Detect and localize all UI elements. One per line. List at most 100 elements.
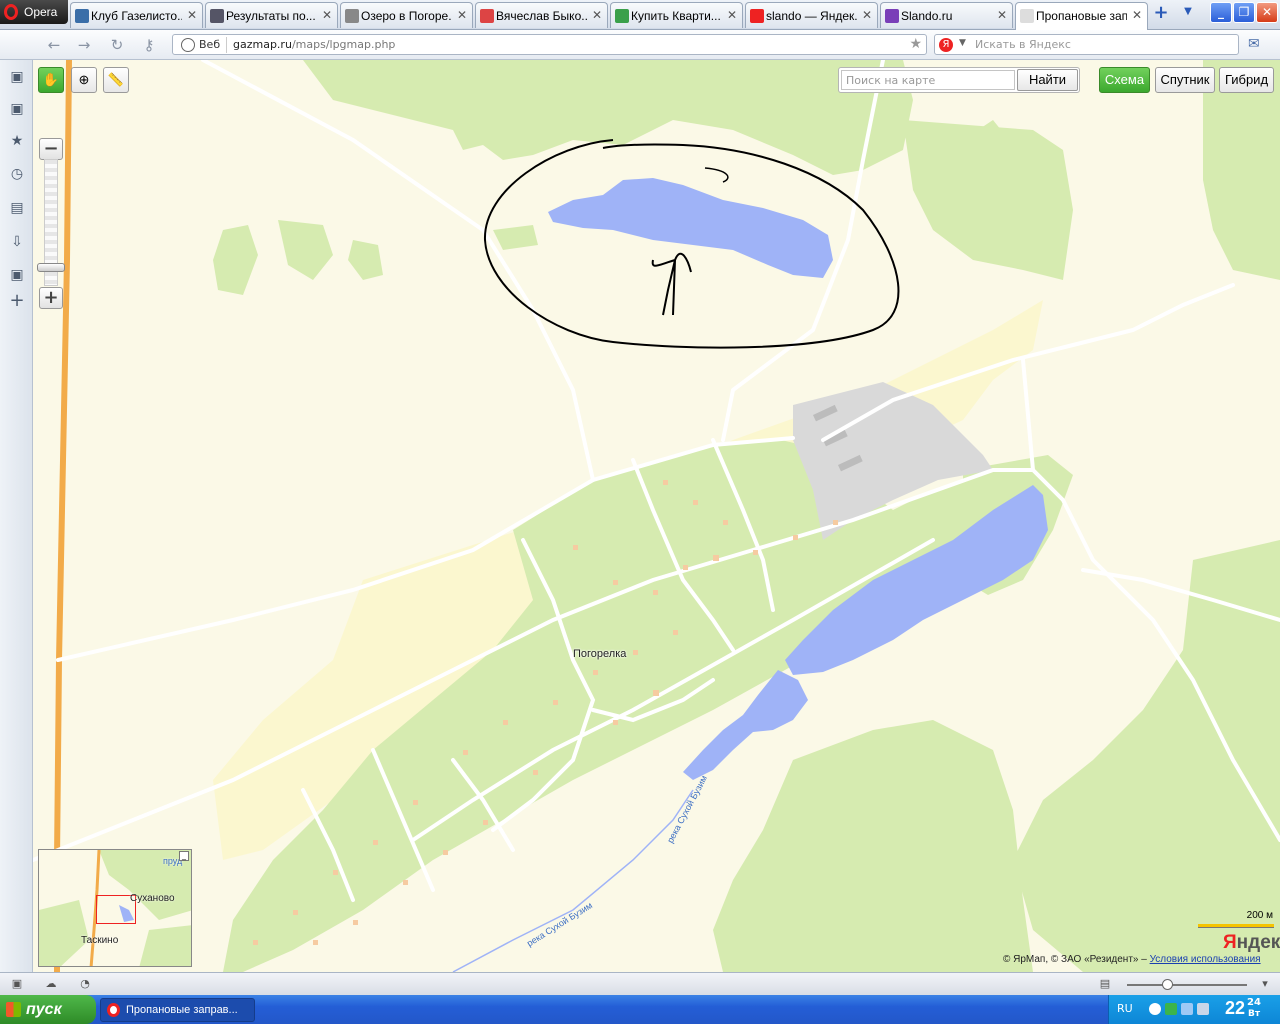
minimap-label-sukhanovo: Суханово: [130, 893, 175, 904]
tab-close-icon[interactable]: ✕: [322, 8, 332, 22]
minimap-label-taskino: Таскино: [81, 935, 119, 946]
page-zoom-knob[interactable]: [1162, 979, 1173, 990]
layer-hybrid-button[interactable]: Гибрид: [1219, 67, 1274, 93]
tab-7[interactable]: Пропановые зап... ✕: [1015, 2, 1148, 30]
clock-minutes[interactable]: 24: [1247, 997, 1261, 1008]
bookmark-star-icon[interactable]: ★: [909, 36, 922, 52]
minimap-close-icon[interactable]: _: [179, 851, 189, 861]
zoom-out-button[interactable]: −: [39, 138, 63, 160]
zoom-menu-icon[interactable]: ▾: [1258, 977, 1272, 991]
speed-dial-icon-2[interactable]: ▣: [8, 100, 26, 118]
scale-bar: 200 м: [1198, 910, 1276, 930]
tab-close-icon[interactable]: ✕: [997, 8, 1007, 22]
notes-icon[interactable]: ▤: [8, 199, 26, 217]
reload-icon[interactable]: ↻: [108, 36, 126, 54]
view-icon[interactable]: ▤: [1098, 977, 1112, 991]
language-indicator[interactable]: RU: [1117, 1002, 1133, 1015]
add-panel-icon[interactable]: +: [8, 292, 26, 310]
tab-6[interactable]: Slando.ru ✕: [880, 2, 1013, 28]
opera-menu-button[interactable]: Opera: [0, 0, 68, 24]
speedometer-icon[interactable]: ◔: [78, 977, 92, 991]
restore-button[interactable]: ❐: [1233, 2, 1255, 23]
tab-close-icon[interactable]: ✕: [1132, 8, 1142, 22]
forward-arrow-icon[interactable]: →: [75, 36, 93, 54]
map-search-box: Найти: [838, 67, 1080, 93]
opera-taskbar-icon: [107, 1003, 120, 1017]
status-bar: ▣ ☁ ◔ ▤ ▾: [0, 972, 1280, 995]
downloads-icon[interactable]: ⇩: [8, 233, 26, 251]
tab-close-icon[interactable]: ✕: [457, 8, 467, 22]
tab-title: Результаты по...: [226, 9, 316, 23]
yandex-logo-first: Я: [1223, 932, 1237, 953]
tab-favicon-icon: [480, 9, 494, 23]
scale-line: [1198, 924, 1274, 928]
search-field[interactable]: Я ▼ Искать в Яндекс: [934, 34, 1239, 55]
tab-3[interactable]: Вячеслав Быко... ✕: [475, 2, 608, 28]
new-tab-button[interactable]: +: [1150, 4, 1172, 24]
taskbar-window-label: Пропановые заправ...: [126, 1004, 238, 1016]
layer-satellite-button[interactable]: Спутник: [1155, 67, 1215, 93]
tab-menu-chevron-icon[interactable]: ▼: [1180, 6, 1196, 22]
tab-5[interactable]: slando — Яндек... ✕: [745, 2, 878, 28]
mail-icon[interactable]: ✉: [1248, 36, 1268, 54]
map-viewport[interactable]: ✋ ⊕ 📏 Найти Схема Спутник Гибрид − + Пог…: [33, 60, 1280, 972]
zoom-in-button[interactable]: +: [39, 287, 63, 309]
map-search-input[interactable]: [841, 70, 1015, 90]
tab-1[interactable]: Результаты по... ✕: [205, 2, 338, 28]
address-path: /maps/lpgmap.php: [291, 38, 396, 51]
back-arrow-icon[interactable]: ←: [45, 36, 63, 54]
pan-tool-button[interactable]: ✋: [38, 67, 64, 93]
search-placeholder: Искать в Яндекс: [975, 38, 1071, 51]
address-domain: gazmap.ru: [233, 38, 292, 51]
tab-favicon-icon: [750, 9, 764, 23]
copyright: © ЯрМап, © ЗАО «Резидент» – Условия испо…: [1003, 954, 1261, 965]
overview-minimap[interactable]: Суханово Таскино пруд _: [38, 849, 192, 967]
tab-close-icon[interactable]: ✕: [592, 8, 602, 22]
village-label: Погорелка: [573, 648, 627, 660]
bookmarks-star-icon[interactable]: ★: [8, 132, 26, 150]
key-icon[interactable]: ⚷: [138, 36, 160, 54]
ruler-tool-button[interactable]: 📏: [103, 67, 129, 93]
tab-favicon-icon: [75, 9, 89, 23]
start-button[interactable]: пуск: [0, 995, 96, 1024]
close-window-button[interactable]: ✕: [1256, 2, 1278, 23]
tab-title: Slando.ru: [901, 9, 953, 23]
tab-title: Пропановые зап...: [1036, 9, 1127, 23]
opera-logo-icon: [4, 4, 18, 20]
taskbar-window-item[interactable]: Пропановые заправ...: [100, 998, 255, 1022]
tray-network-icon[interactable]: [1181, 1003, 1193, 1015]
page-zoom-slider[interactable]: [1127, 979, 1247, 990]
yandex-icon: Я: [939, 38, 953, 52]
tab-4[interactable]: Купить Кварти... ✕: [610, 2, 743, 28]
clock-hours[interactable]: 22: [1225, 998, 1245, 1019]
tray-app-icon[interactable]: [1165, 1003, 1177, 1015]
tab-close-icon[interactable]: ✕: [727, 8, 737, 22]
address-toolbar: ← → ↻ ⚷ Веб gazmap.ru/maps/lpgmap.php ★ …: [0, 30, 1280, 60]
widget-icon[interactable]: ▣: [8, 266, 26, 284]
cloud-icon[interactable]: ☁: [44, 977, 58, 991]
tab-0[interactable]: Клуб Газелисто... ✕: [70, 2, 203, 28]
tab-close-icon[interactable]: ✕: [862, 8, 872, 22]
panel-toggle-icon[interactable]: ▣: [10, 977, 24, 991]
zoom-control: − +: [37, 135, 65, 310]
tray-volume-icon[interactable]: [1197, 1003, 1209, 1015]
address-url[interactable]: gazmap.ru/maps/lpgmap.php: [233, 38, 395, 51]
terms-link[interactable]: Условия использования: [1150, 954, 1261, 965]
tray-arrow-icon[interactable]: [1149, 1003, 1161, 1015]
map-search-button[interactable]: Найти: [1017, 69, 1078, 91]
tab-close-icon[interactable]: ✕: [187, 8, 197, 22]
address-field[interactable]: Веб gazmap.ru/maps/lpgmap.php ★: [172, 34, 927, 55]
start-label: пуск: [26, 1001, 62, 1018]
scale-label: 200 м: [1246, 910, 1273, 921]
windows-flag-icon: [6, 1002, 21, 1017]
tab-favicon-icon: [885, 9, 899, 23]
tab-2[interactable]: Озеро в Погоре... ✕: [340, 2, 473, 28]
history-clock-icon[interactable]: ◷: [8, 165, 26, 183]
search-engine-dropdown-icon[interactable]: ▼: [959, 38, 966, 48]
layer-scheme-button[interactable]: Схема: [1099, 67, 1150, 93]
zoom-box-tool-button[interactable]: ⊕: [71, 67, 97, 93]
zoom-slider-thumb[interactable]: [37, 263, 65, 272]
minimize-button[interactable]: _: [1210, 2, 1232, 23]
clock-day: Вт: [1248, 1009, 1261, 1019]
speed-dial-icon[interactable]: ▣: [8, 68, 26, 86]
